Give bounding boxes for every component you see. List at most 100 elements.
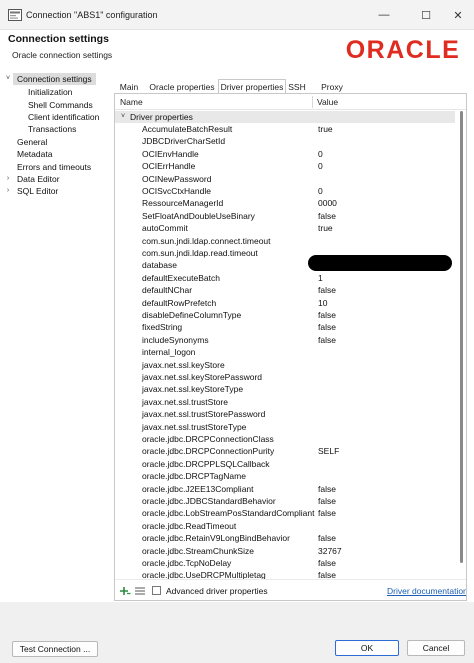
table-row[interactable]: com.sun.jndi.ldap.connect.timeout (115, 235, 455, 247)
ok-button[interactable]: OK (335, 640, 399, 656)
minimize-button[interactable]: — (366, 0, 402, 30)
property-value[interactable]: false (318, 210, 336, 222)
table-row[interactable]: OCIEnvHandle 0 (115, 148, 455, 160)
table-row[interactable]: javax.net.ssl.trustStoreType (115, 421, 455, 433)
table-row[interactable]: oracle.jdbc.DRCPPLSQLCallback (115, 458, 455, 470)
advanced-properties-checkbox[interactable] (152, 586, 161, 595)
tree-item-data-editor[interactable]: Data Editor (17, 173, 60, 185)
property-value[interactable]: 10 (318, 297, 327, 309)
property-value[interactable]: false (318, 495, 336, 507)
property-value[interactable]: true (318, 222, 333, 234)
tree-item-client-identification[interactable]: Client identification (28, 111, 99, 123)
table-row[interactable]: javax.net.ssl.trustStorePassword (115, 408, 455, 420)
tree-item-shell-commands[interactable]: Shell Commands (28, 99, 93, 111)
tab-driver-properties[interactable]: Driver properties (218, 79, 286, 94)
tree-item-errors-and-timeouts[interactable]: Errors and timeouts (17, 161, 91, 173)
table-row[interactable]: autoCommit true (115, 222, 455, 234)
column-divider[interactable] (312, 96, 313, 108)
property-name: oracle.jdbc.DRCPPLSQLCallback (142, 458, 270, 469)
tree-item-transactions[interactable]: Transactions (28, 123, 76, 135)
table-row[interactable]: oracle.jdbc.JDBCStandardBehavior false (115, 495, 455, 507)
collapsed-chevron-icon[interactable]: › (4, 185, 12, 197)
table-row[interactable]: includeSynonyms false (115, 334, 455, 346)
table-row[interactable]: javax.net.ssl.trustStore (115, 396, 455, 408)
table-row[interactable]: defaultNChar false (115, 284, 455, 296)
test-connection-button[interactable]: Test Connection ... (12, 641, 98, 657)
property-name: com.sun.jndi.ldap.read.timeout (142, 248, 258, 258)
property-name: javax.net.ssl.keyStoreType (142, 384, 244, 395)
table-row[interactable]: OCINewPassword (115, 173, 455, 185)
property-value[interactable]: 0000 (318, 197, 337, 209)
chevron-down-icon[interactable]: ˅ (121, 111, 125, 123)
oracle-logo: ORACLE (346, 36, 459, 62)
property-value[interactable]: 0 (318, 185, 323, 197)
close-window-button[interactable]: ✕ (440, 0, 474, 30)
property-value[interactable]: false (318, 532, 336, 544)
table-row[interactable]: oracle.jdbc.DRCPConnectionPurity SELF (115, 445, 455, 457)
table-row[interactable]: javax.net.ssl.keyStoreType (115, 383, 455, 395)
table-row[interactable]: SetFloatAndDoubleUseBinary false (115, 210, 455, 222)
tab-oracle-properties[interactable]: Oracle properties (146, 79, 218, 94)
property-value[interactable]: false (318, 309, 336, 321)
property-value[interactable]: 0 (318, 148, 323, 160)
tree-item-connection-settings[interactable]: Connection settings (13, 73, 96, 85)
table-row[interactable]: AccumulateBatchResult true (115, 123, 455, 135)
list-icon[interactable] (134, 585, 146, 597)
table-row[interactable]: javax.net.ssl.keyStore (115, 359, 455, 371)
table-row[interactable]: JDBCDriverCharSetId (115, 135, 455, 147)
property-name: javax.net.ssl.trustStorePassword (142, 409, 266, 420)
property-value[interactable]: 32767 (318, 545, 342, 557)
tree-item-sql-editor[interactable]: SQL Editor (17, 185, 58, 197)
table-row[interactable]: OCISvcCtxHandle 0 (115, 185, 455, 197)
table-row[interactable]: oracle.jdbc.StreamChunkSize 32767 (115, 545, 455, 557)
table-row[interactable]: oracle.jdbc.TcpNoDelay false (115, 557, 455, 569)
property-value[interactable]: true (318, 123, 333, 135)
tree-item-general[interactable]: General (17, 136, 47, 148)
tab-ssh[interactable]: SSH (286, 79, 308, 94)
table-row[interactable]: OCIErrHandle 0 (115, 160, 455, 172)
table-row[interactable]: oracle.jdbc.DRCPTagName (115, 470, 455, 482)
tab-proxy[interactable]: Proxy (318, 79, 346, 94)
property-value[interactable]: false (318, 334, 336, 346)
property-value[interactable]: false (318, 483, 336, 495)
property-value[interactable]: false (318, 284, 336, 296)
page-title: Connection settings (8, 33, 109, 45)
table-row[interactable]: oracle.jdbc.ReadTimeout (115, 520, 455, 532)
column-header-value[interactable]: Value (317, 97, 338, 107)
table-row[interactable]: oracle.jdbc.RetainV9LongBindBehavior fals… (115, 532, 455, 544)
property-value[interactable]: false (318, 507, 336, 519)
table-row[interactable]: oracle.jdbc.LobStreamPosStandardComplian… (115, 507, 455, 519)
tree-item-metadata[interactable]: Metadata (17, 148, 52, 160)
table-row[interactable]: defaultRowPrefetch 10 (115, 297, 455, 309)
property-value[interactable]: 0 (318, 160, 323, 172)
tree-item-initialization[interactable]: Initialization (28, 86, 72, 98)
driver-properties-table: Name Value ˅ Driver properties Accumulat… (114, 93, 467, 601)
property-value[interactable]: false (318, 321, 336, 333)
cancel-button[interactable]: Cancel (407, 640, 465, 656)
add-property-icon[interactable] (119, 585, 131, 597)
group-row-driver-properties[interactable]: ˅ Driver properties (115, 111, 455, 123)
table-row[interactable]: internal_logon (115, 346, 455, 358)
vertical-scrollbar[interactable] (456, 111, 466, 579)
page-subtitle: Oracle connection settings (12, 50, 113, 60)
column-header-name[interactable]: Name (120, 97, 143, 107)
window-title: Connection "ABS1" configuration (26, 10, 158, 20)
table-row[interactable]: defaultExecuteBatch 1 (115, 272, 455, 284)
property-value[interactable]: SELF (318, 445, 339, 457)
property-value[interactable]: false (318, 557, 336, 569)
driver-documentation-link[interactable]: Driver documentation (387, 586, 466, 596)
property-name: com.sun.jndi.ldap.connect.timeout (142, 235, 271, 246)
collapsed-chevron-icon[interactable]: › (4, 173, 12, 185)
scrollbar-thumb[interactable] (460, 111, 463, 563)
maximize-button[interactable]: ☐ (408, 0, 444, 30)
expand-chevron-icon[interactable]: ˅ (4, 73, 12, 85)
tab-main[interactable]: Main (114, 79, 144, 94)
table-row[interactable]: RessourceManagerId 0000 (115, 197, 455, 209)
table-row[interactable]: fixedString false (115, 321, 455, 333)
table-row[interactable]: oracle.jdbc.J2EE13Compliant false (115, 483, 455, 495)
property-value[interactable]: 1 (318, 272, 323, 284)
table-row[interactable]: oracle.jdbc.DRCPConnectionClass (115, 433, 455, 445)
property-name: oracle.jdbc.StreamChunkSize (142, 545, 254, 556)
table-row[interactable]: disableDefineColumnType false (115, 309, 455, 321)
table-row[interactable]: javax.net.ssl.keyStorePassword (115, 371, 455, 383)
